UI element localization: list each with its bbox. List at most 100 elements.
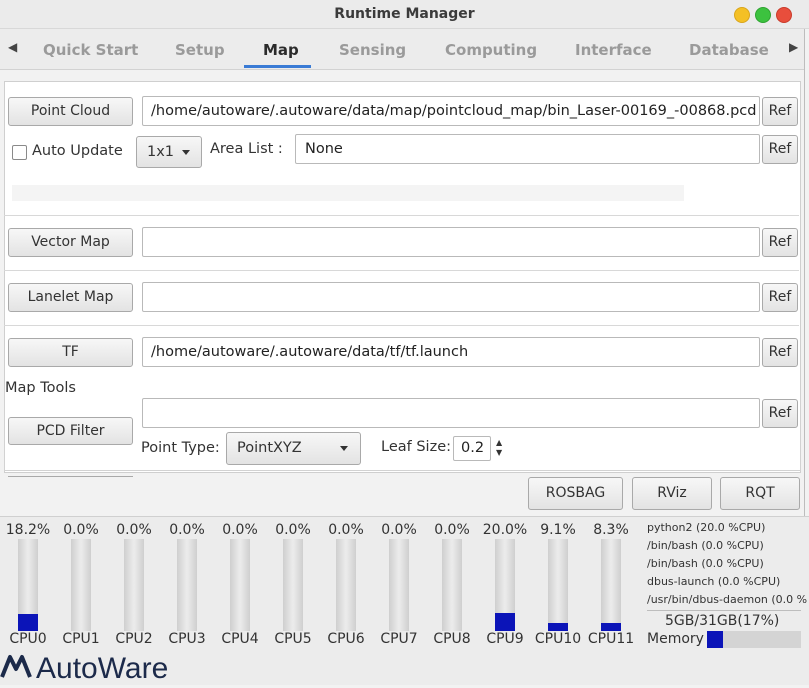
divider <box>8 476 133 477</box>
cpu-percent: 0.0% <box>169 522 205 538</box>
tf-ref-button[interactable]: Ref <box>762 338 798 367</box>
cpu-percent: 9.1% <box>540 522 576 538</box>
window-title: Runtime Manager <box>334 6 475 22</box>
grid-size-value: 1x1 <box>147 144 175 160</box>
cpu-bar <box>18 539 38 631</box>
auto-update-label: Auto Update <box>32 143 123 159</box>
cpu-name: CPU9 <box>486 631 524 647</box>
tab-interface[interactable]: Interface <box>575 41 652 59</box>
tab-bar: ◀ Quick Start Setup Map Sensing Computin… <box>0 29 809 70</box>
auto-update-checkbox[interactable] <box>12 145 27 160</box>
cpu-bar-fill <box>495 613 515 631</box>
cpu-bar <box>548 539 568 631</box>
cpu-bar <box>495 539 515 631</box>
cpu-percent: 0.0% <box>116 522 152 538</box>
tf-path-field[interactable]: /home/autoware/.autoware/data/tf/tf.laun… <box>142 337 760 367</box>
area-list-field[interactable]: None <box>295 134 760 164</box>
tab-sensing[interactable]: Sensing <box>339 41 406 59</box>
pcd-filter-button[interactable]: PCD Filter <box>8 417 133 445</box>
cpu-name: CPU4 <box>221 631 259 647</box>
rviz-button[interactable]: RViz <box>632 477 712 510</box>
tab-setup[interactable]: Setup <box>175 41 225 59</box>
spin-down-icon[interactable]: ▼ <box>496 448 502 457</box>
pcd-filter-path-field[interactable] <box>142 398 760 428</box>
cpu-bar <box>71 539 91 631</box>
window-edge <box>804 29 809 516</box>
divider <box>647 610 801 611</box>
memory-usage-text: 5GB/31GB(17%) <box>665 613 780 629</box>
point-type-dropdown[interactable]: PointXYZ <box>226 432 361 465</box>
point-type-value: PointXYZ <box>237 440 302 456</box>
lanelet-map-ref-button[interactable]: Ref <box>762 283 798 312</box>
cpu-name: CPU5 <box>274 631 312 647</box>
pcd-filter-ref-button[interactable]: Ref <box>762 399 798 428</box>
close-button[interactable] <box>776 7 792 23</box>
process-item: /bin/bash (0.0 %CPU) <box>647 557 764 570</box>
memory-bar <box>707 631 801 648</box>
process-item: /usr/bin/dbus-daemon (0.0 % <box>647 593 808 606</box>
cpu-name: CPU3 <box>168 631 206 647</box>
cpu-name: CPU0 <box>9 631 47 647</box>
cpu-name: CPU10 <box>534 631 582 647</box>
cpu-bar <box>442 539 462 631</box>
cpu-name: CPU11 <box>587 631 635 647</box>
divider <box>4 270 799 271</box>
rqt-button[interactable]: RQT <box>720 477 800 510</box>
memory-bar-fill <box>707 631 723 648</box>
spin-up-icon[interactable]: ▲ <box>496 438 502 447</box>
rosbag-button[interactable]: ROSBAG <box>528 477 623 510</box>
process-item: dbus-launch (0.0 %CPU) <box>647 575 781 588</box>
tab-quick-start[interactable]: Quick Start <box>43 41 138 59</box>
cpu-bar <box>336 539 356 631</box>
point-type-label: Point Type: <box>141 440 220 456</box>
cpu-bar <box>389 539 409 631</box>
tab-map[interactable]: Map <box>263 41 299 59</box>
tab-computing[interactable]: Computing <box>445 41 537 59</box>
tab-database[interactable]: Database <box>689 41 769 59</box>
tab-scroll-right-icon[interactable]: ▶ <box>789 40 798 54</box>
area-list-label: Area List : <box>210 141 283 157</box>
cpu-name: CPU6 <box>327 631 365 647</box>
cpu-name: CPU7 <box>380 631 418 647</box>
maximize-button[interactable] <box>755 7 771 23</box>
cpu-bar <box>177 539 197 631</box>
process-item: python2 (20.0 %CPU) <box>647 521 766 534</box>
grid-size-dropdown[interactable]: 1x1 <box>136 136 202 168</box>
chevron-down-icon <box>182 150 190 155</box>
vector-map-button[interactable]: Vector Map <box>8 228 133 257</box>
divider <box>4 325 799 326</box>
cpu-percent: 0.0% <box>381 522 417 538</box>
cpu-bar-fill <box>18 614 38 631</box>
cpu-bar <box>601 539 621 631</box>
cpu-percent: 0.0% <box>275 522 311 538</box>
title-bar: Runtime Manager <box>0 0 809 29</box>
cpu-bar-fill <box>601 623 621 631</box>
vector-map-ref-button[interactable]: Ref <box>762 228 798 257</box>
logo-text: AutoWare <box>36 652 168 684</box>
load-progress-bar <box>12 185 684 201</box>
lanelet-map-button[interactable]: Lanelet Map <box>8 283 133 312</box>
minimize-button[interactable] <box>734 7 750 23</box>
memory-label: Memory <box>647 631 704 647</box>
leaf-size-label: Leaf Size: <box>381 439 451 455</box>
tab-scroll-left-icon[interactable]: ◀ <box>8 40 17 54</box>
point-cloud-button[interactable]: Point Cloud <box>8 97 133 126</box>
cpu-percent: 8.3% <box>593 522 629 538</box>
lanelet-map-path-field[interactable] <box>142 282 760 312</box>
point-cloud-ref-button[interactable]: Ref <box>762 97 798 126</box>
leaf-size-input[interactable]: 0.2 <box>453 436 491 461</box>
cpu-bar <box>230 539 250 631</box>
cpu-percent: 0.0% <box>328 522 364 538</box>
cpu-bar <box>124 539 144 631</box>
cpu-percent: 0.0% <box>222 522 258 538</box>
active-tab-indicator <box>244 65 311 68</box>
point-cloud-path-field[interactable]: /home/autoware/.autoware/data/map/pointc… <box>142 96 760 126</box>
cpu-name: CPU1 <box>62 631 100 647</box>
cpu-name: CPU8 <box>433 631 471 647</box>
cpu-percent: 18.2% <box>5 522 51 538</box>
area-list-ref-button[interactable]: Ref <box>762 135 798 164</box>
vector-map-path-field[interactable] <box>142 227 760 257</box>
divider <box>4 215 799 216</box>
process-item: /bin/bash (0.0 %CPU) <box>647 539 764 552</box>
tf-button[interactable]: TF <box>8 338 133 367</box>
